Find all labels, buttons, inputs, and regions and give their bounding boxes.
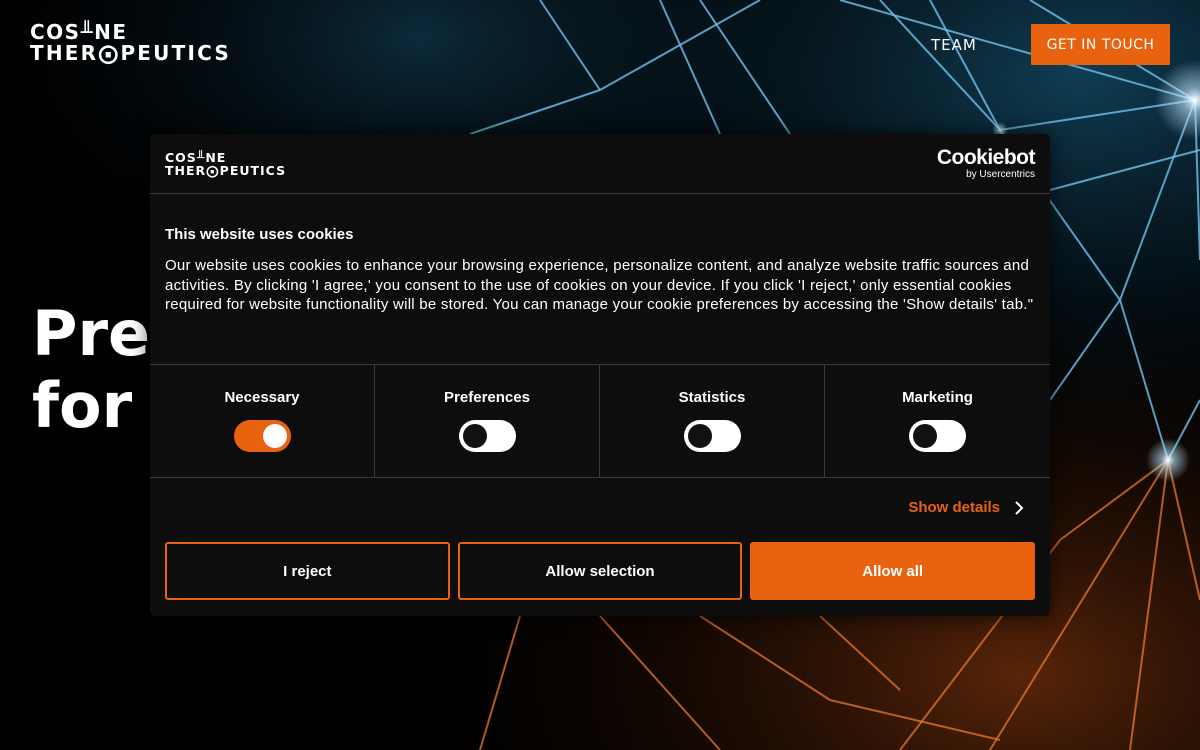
dialog-description: Our website uses cookies to enhance your…	[165, 257, 1034, 313]
allow-all-button[interactable]: Allow all	[750, 542, 1036, 600]
nav-link-team[interactable]: TEAM	[931, 36, 977, 54]
dialog-logo-line-2: THER⨀PEUTICS	[165, 163, 287, 178]
dialog-header: COS╨NE THER⨀PEUTICS Cookiebot by Usercen…	[150, 134, 1050, 194]
toggle-cell-statistics: Statistics	[600, 365, 825, 477]
cookie-consent-dialog: COS╨NE THER⨀PEUTICS Cookiebot by Usercen…	[150, 134, 1050, 616]
toggle-knob	[462, 424, 487, 448]
dialog-title: This website uses cookies	[165, 226, 354, 243]
toggle-label-statistics: Statistics	[678, 389, 746, 406]
toggle-cell-marketing: Marketing	[825, 365, 1050, 477]
chevron-right-icon	[1015, 500, 1024, 515]
logo-line-2: THER⨀PEUTICS	[30, 41, 231, 65]
cookiebot-logo[interactable]: Cookiebot by Usercentrics	[936, 146, 1036, 181]
dialog-buttons: I reject Allow selection Allow all	[165, 542, 1036, 600]
statistics-toggle[interactable]	[683, 420, 741, 452]
dialog-body: This website uses cookies Our website us…	[165, 226, 1035, 315]
show-details-label: Show details	[908, 499, 1000, 516]
necessary-toggle[interactable]	[233, 420, 291, 452]
site-header: COS╨NE THER⨀PEUTICS TEAM GET IN TOUCH	[0, 0, 1200, 90]
consent-toggles: Necessary Preferences Statistics Marketi…	[150, 364, 1050, 478]
cookiebot-brand: Cookiebot	[936, 146, 1036, 169]
toggle-knob	[262, 424, 287, 448]
cookiebot-by-line: by Usercentrics	[966, 169, 1035, 180]
toggle-knob	[913, 424, 937, 448]
preferences-toggle[interactable]	[458, 420, 516, 452]
toggle-label-marketing: Marketing	[902, 389, 973, 406]
toggle-label-necessary: Necessary	[224, 389, 300, 406]
allow-selection-button[interactable]: Allow selection	[457, 542, 743, 600]
logo-line-1: COS╨NE	[30, 20, 128, 44]
toggle-label-preferences: Preferences	[444, 389, 530, 406]
show-details-link[interactable]: Show details	[908, 499, 1024, 516]
cosine-logo[interactable]: COS╨NE THER⨀PEUTICS	[30, 22, 255, 68]
get-in-touch-button[interactable]: GET IN TOUCH	[1031, 24, 1170, 65]
marketing-toggle[interactable]	[909, 420, 966, 452]
toggle-cell-preferences: Preferences	[375, 365, 600, 477]
toggle-cell-necessary: Necessary	[150, 365, 375, 477]
dialog-cosine-logo: COS╨NE THER⨀PEUTICS	[165, 151, 286, 177]
toggle-knob	[687, 424, 712, 448]
reject-button[interactable]: I reject	[165, 542, 450, 600]
